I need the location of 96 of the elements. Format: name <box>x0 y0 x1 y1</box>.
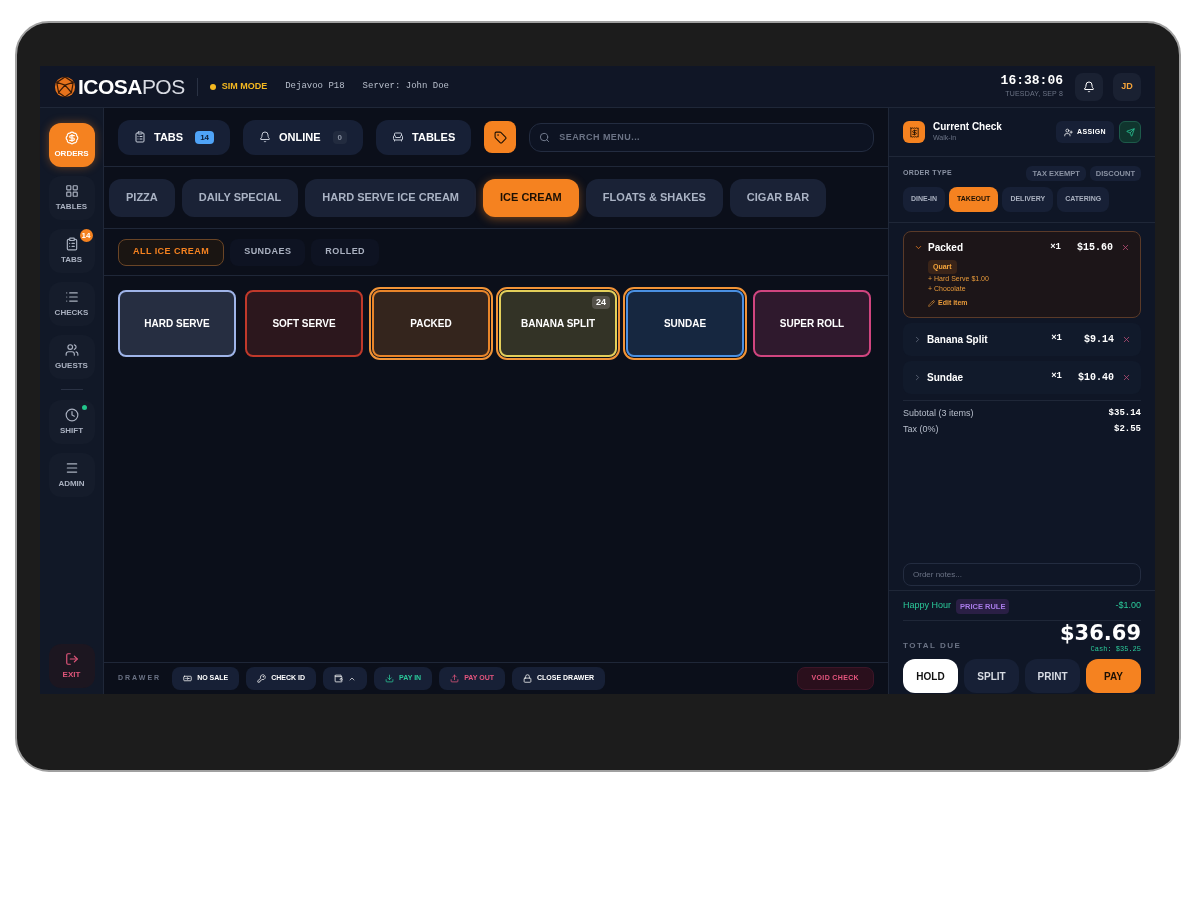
toolbar-button[interactable]: TABLES <box>376 119 472 155</box>
receipt-icon <box>908 126 920 138</box>
item-name: Packed <box>928 241 965 255</box>
clock-icon <box>64 407 79 422</box>
key-icon <box>257 674 267 683</box>
remove-icon[interactable] <box>1122 372 1131 382</box>
total-label: Subtotal (3 items) <box>903 406 974 420</box>
lock-icon <box>523 674 532 683</box>
count-badge: 24 <box>592 296 610 309</box>
download-icon <box>385 674 395 683</box>
send-icon <box>1125 127 1135 137</box>
logo-text: ICOSAPOS <box>78 76 185 97</box>
total-value: $2.55 <box>1114 423 1141 436</box>
rule-amount: -$1.00 <box>1115 599 1141 613</box>
server-label: Server: John Doe <box>362 79 450 93</box>
send-button[interactable] <box>1119 121 1141 143</box>
pencil-icon <box>928 299 935 307</box>
remove-icon[interactable] <box>1122 334 1131 344</box>
item-qty: ×1 <box>1051 370 1062 384</box>
toolbar-button[interactable]: TABS 14 <box>118 119 231 155</box>
toolbar-button[interactable]: ONLINE 0 <box>243 119 364 155</box>
logout-icon <box>64 651 79 666</box>
product-tile[interactable]: PACKED <box>372 290 490 357</box>
user-plus-icon <box>1064 127 1074 137</box>
product-tile[interactable]: BANANA SPLIT 24 <box>499 290 617 357</box>
subcategory-tab[interactable]: SUNDAES <box>230 238 306 266</box>
nav-item[interactable]: TABLES <box>48 176 95 220</box>
subcategory-tab[interactable]: ROLLED <box>311 238 380 266</box>
check-title: Current Check <box>933 120 1002 133</box>
nav-item[interactable]: TABS 14 <box>48 229 95 273</box>
user-avatar[interactable]: JD <box>1113 72 1141 101</box>
total-label: Tax (0%) <box>903 423 939 436</box>
wallet-icon <box>334 674 344 683</box>
order-item[interactable]: Sundae ×1 $10.40 <box>903 360 1141 394</box>
item-qty: ×1 <box>1051 332 1062 346</box>
item-name: Banana Split <box>927 332 989 347</box>
clipboard-icon <box>134 131 146 143</box>
nav-item[interactable]: GUESTS <box>48 335 95 379</box>
tag-icon <box>493 130 507 144</box>
menu-icon <box>64 460 79 475</box>
product-tile[interactable]: HARD SERVE <box>118 290 236 357</box>
action-button[interactable]: SPLIT <box>964 659 1019 693</box>
action-button[interactable]: HOLD <box>903 659 958 693</box>
search-field[interactable]: SEARCH MENU... <box>529 122 874 152</box>
action-button[interactable]: PAY <box>1086 659 1141 693</box>
subcategory-tab[interactable]: ALL ICE CREAM <box>118 238 225 266</box>
bell-icon <box>259 131 272 143</box>
product-tile[interactable]: SOFT SERVE <box>245 290 363 357</box>
rule-name: Happy Hour <box>903 599 952 613</box>
product-tile[interactable]: SUNDAE <box>626 290 744 357</box>
banknote-icon <box>183 674 193 683</box>
item-price: $10.40 <box>1077 370 1114 385</box>
category-tab[interactable]: FLOATS & SHAKES <box>585 178 723 217</box>
category-tab[interactable]: DAILY SPECIAL <box>181 178 299 217</box>
count-badge: 14 <box>79 229 93 242</box>
chevron-icon <box>913 372 922 382</box>
remove-icon[interactable] <box>1121 243 1130 252</box>
search-icon <box>539 131 551 143</box>
clipboard-icon <box>64 236 79 251</box>
mode-label: SIM MODE <box>221 79 268 93</box>
total-due-label: TOTAL DUE <box>903 640 962 652</box>
category-tab[interactable]: PIZZA <box>109 178 175 217</box>
logo-icon <box>54 75 76 98</box>
item-price: $9.14 <box>1083 332 1114 347</box>
category-tab[interactable]: HARD SERVE ICE CREAM <box>305 178 477 217</box>
grid-icon <box>64 183 79 198</box>
bell-icon <box>1083 80 1095 93</box>
total-value: $35.14 <box>1108 406 1141 420</box>
order-item[interactable]: Banana Split ×1 $9.14 <box>903 322 1141 356</box>
list-icon <box>64 289 79 304</box>
exit-button[interactable]: EXIT <box>48 644 95 688</box>
count-badge: 0 <box>332 130 348 144</box>
chevron-icon <box>913 334 922 344</box>
chevron-icon <box>914 243 923 252</box>
drawer-button[interactable] <box>323 667 368 690</box>
users-icon <box>64 342 79 357</box>
notifications-button[interactable] <box>1075 72 1103 101</box>
item-name: Sundae <box>927 370 965 385</box>
nav-item[interactable]: ADMIN <box>48 453 95 497</box>
chair-icon <box>392 131 405 143</box>
nav-item[interactable]: CHECKS <box>48 282 95 326</box>
category-tab[interactable]: ICE CREAM <box>483 178 579 217</box>
clock-time: 16:38:06 <box>1000 73 1063 87</box>
nav-item[interactable]: SHIFT <box>48 400 95 444</box>
total-due-amount: $36.69 <box>1059 622 1141 644</box>
upload-icon <box>450 674 460 683</box>
product-tile[interactable]: SUPER ROLL <box>753 290 871 357</box>
item-price: $15.60 <box>1076 241 1113 255</box>
device-label: Dejavoo P18 <box>285 79 345 93</box>
tag-button[interactable] <box>484 121 517 153</box>
item-qty: ×1 <box>1050 240 1061 254</box>
action-button[interactable]: PRINT <box>1025 659 1080 693</box>
notes-field[interactable]: Order notes... <box>903 562 1141 586</box>
count-badge: 14 <box>195 130 215 144</box>
category-tab[interactable]: CIGAR BAR <box>729 178 827 217</box>
dollar-icon <box>64 130 79 145</box>
